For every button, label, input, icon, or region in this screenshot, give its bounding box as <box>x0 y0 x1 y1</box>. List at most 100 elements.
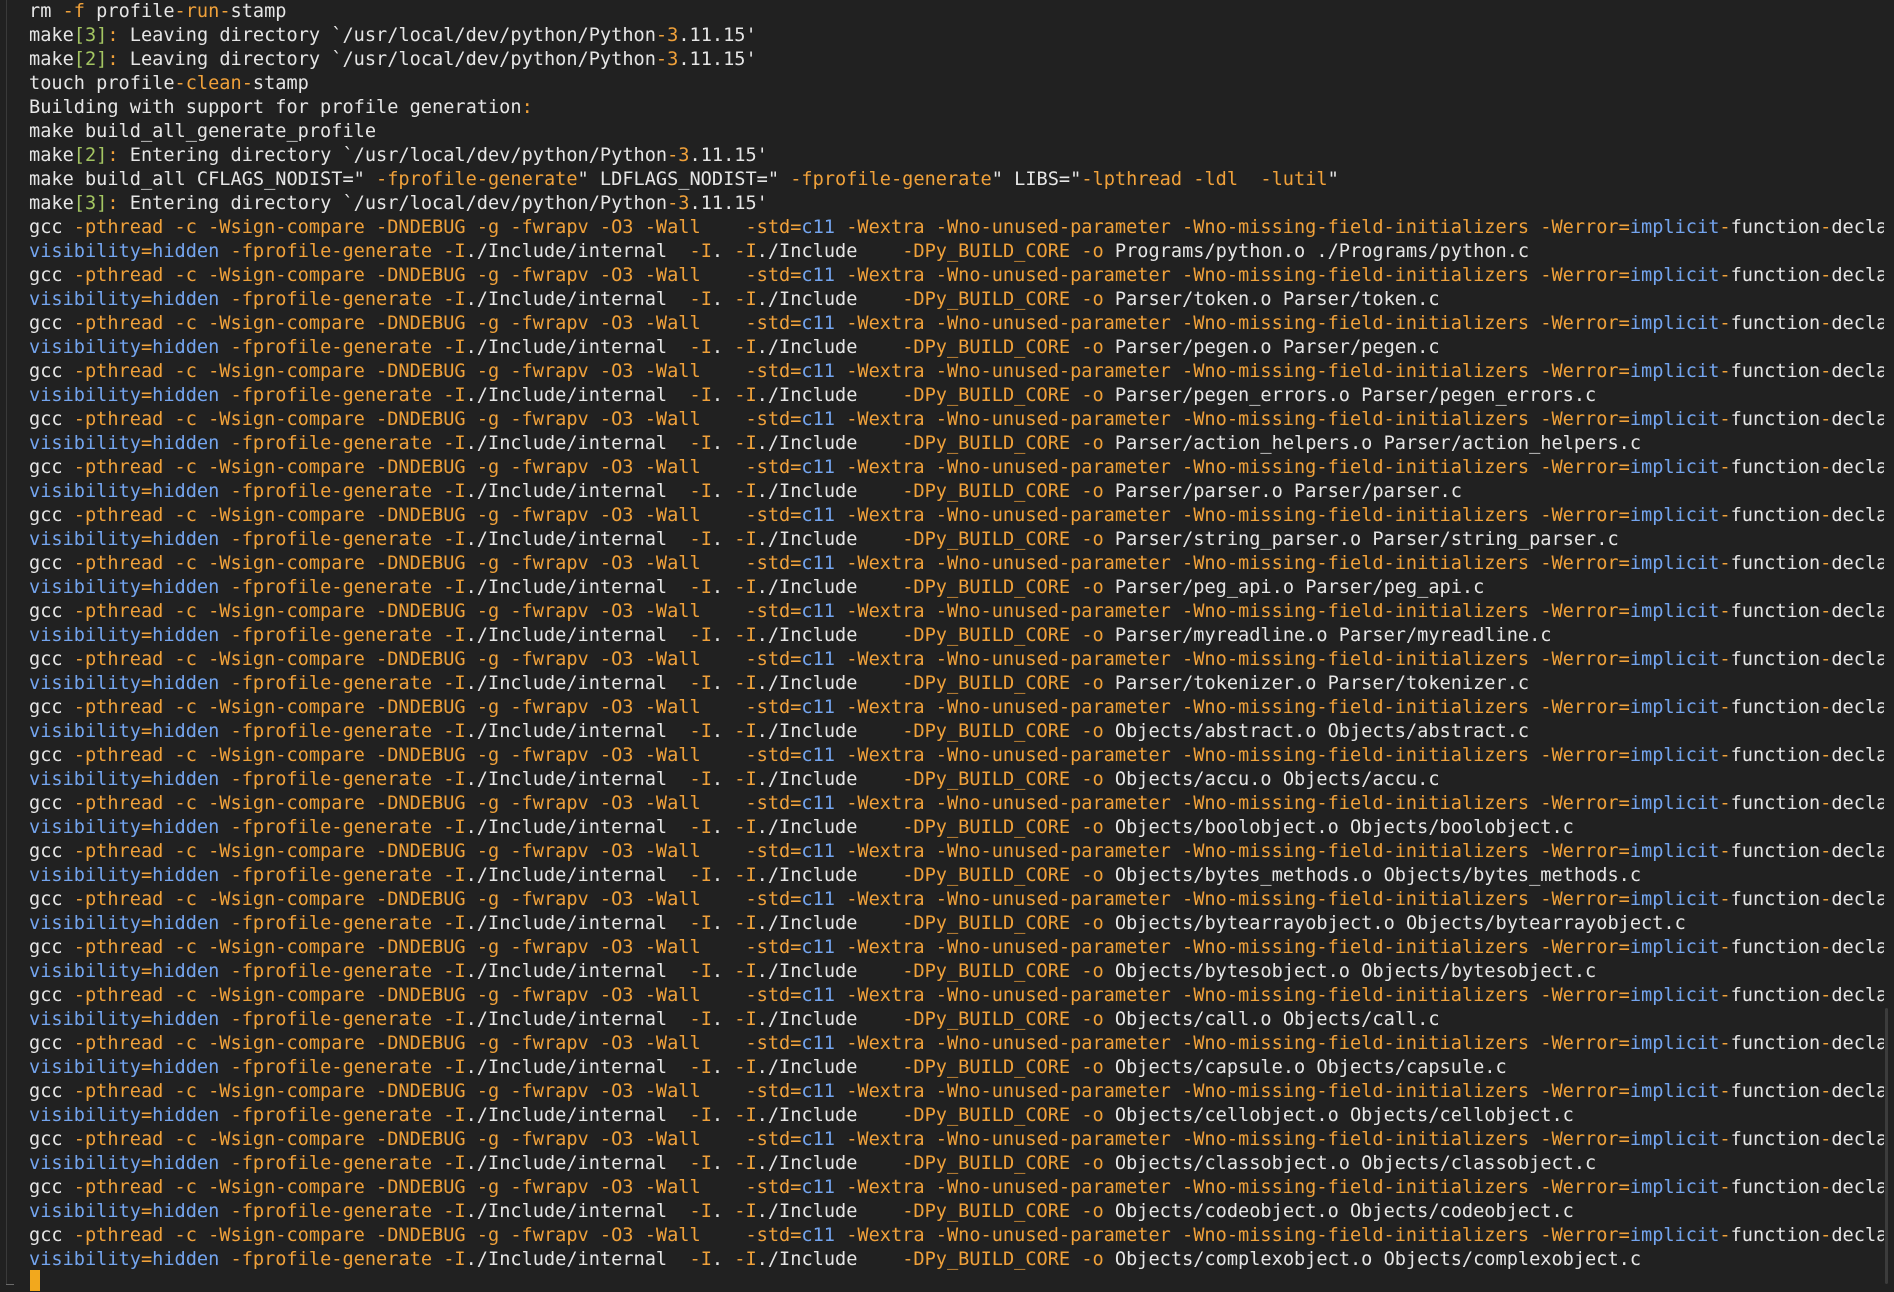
scrollbar[interactable] <box>1885 1008 1888 1284</box>
terminal-token: : <box>107 193 119 214</box>
terminal-token: [2] <box>73 145 108 166</box>
terminal-token: -Wextra -Wno-unused-parameter -Wno-missi… <box>835 937 1630 958</box>
terminal-token: ./Include/internal <box>465 817 690 838</box>
terminal-token: : <box>107 49 119 70</box>
terminal-token: ./Include/internal <box>465 961 690 982</box>
terminal-token: function <box>1730 1129 1821 1150</box>
terminal-token: Objects/boolobject.o Objects/boolobject.… <box>1103 817 1574 838</box>
terminal-token: make build_all_generate_profile <box>29 121 377 142</box>
terminal-token: ./Include/internal <box>465 529 690 550</box>
terminal-token: visibility <box>29 1153 141 1174</box>
terminal-token: - <box>1719 1177 1731 1198</box>
terminal-token: c11 <box>801 265 836 286</box>
terminal-token: - <box>1719 793 1731 814</box>
terminal-token: visibility <box>29 625 141 646</box>
terminal-token: = <box>140 1153 153 1174</box>
terminal-line: make[3]: Entering directory `/usr/local/… <box>29 192 1884 216</box>
terminal-token: function <box>1730 457 1821 478</box>
terminal-token: implicit <box>1629 313 1720 334</box>
terminal-token: -pthread -c -Wsign-compare -DNDEBUG -g -… <box>73 697 802 718</box>
terminal-corner-mark <box>6 1284 14 1285</box>
terminal-token: -fprofile-generate -I <box>219 433 466 454</box>
terminal-token: implicit <box>1629 697 1720 718</box>
terminal-token: declaration <box>1831 409 1884 430</box>
terminal-token: -DPy_BUILD_CORE -o <box>902 1153 1104 1174</box>
terminal-token: -I <box>734 817 757 838</box>
terminal-token: - <box>1719 265 1731 286</box>
terminal-token: -3 <box>655 25 679 46</box>
terminal-token: = <box>140 577 153 598</box>
terminal-token: - <box>1719 937 1731 958</box>
terminal-token: ./Include/internal <box>465 337 690 358</box>
terminal-line: visibility=hidden -fprofile-generate -I.… <box>29 384 1884 408</box>
terminal-token: = <box>140 1009 153 1030</box>
terminal-token: -Wextra -Wno-unused-parameter -Wno-missi… <box>835 553 1630 574</box>
terminal-token: ./Include <box>756 817 903 838</box>
terminal-token: : <box>107 145 119 166</box>
terminal-token: -fprofile-generate <box>779 169 992 190</box>
terminal-token: visibility <box>29 385 141 406</box>
terminal-token: c11 <box>801 937 836 958</box>
terminal-token: - <box>1820 457 1832 478</box>
terminal-token: Entering directory `/usr/local/dev/pytho… <box>118 193 668 214</box>
terminal-token: - <box>1719 553 1731 574</box>
terminal-token: -I <box>689 961 712 982</box>
terminal-token: = <box>140 433 153 454</box>
terminal-token: -fprofile-generate -I <box>219 385 466 406</box>
terminal-token: implicit <box>1629 1033 1720 1054</box>
terminal-token: = <box>140 1057 153 1078</box>
terminal-token: visibility <box>29 241 141 262</box>
terminal-token: c11 <box>801 1177 836 1198</box>
terminal-token: = <box>140 481 153 502</box>
terminal-token: . <box>711 337 735 358</box>
terminal-line: make[3]: Leaving directory `/usr/local/d… <box>29 24 1884 48</box>
terminal-token: -I <box>734 865 757 886</box>
terminal-token: Parser/parser.o Parser/parser.c <box>1103 481 1462 502</box>
terminal-token: gcc <box>29 1177 74 1198</box>
terminal-token: -fprofile-generate -I <box>219 817 466 838</box>
terminal-token: implicit <box>1629 745 1720 766</box>
terminal-token: Leaving directory `/usr/local/dev/python… <box>118 49 656 70</box>
terminal-token: visibility <box>29 865 141 886</box>
terminal-token: -Wextra -Wno-unused-parameter -Wno-missi… <box>835 505 1630 526</box>
terminal-token: ./Include/internal <box>465 385 690 406</box>
terminal-token: -I <box>734 625 757 646</box>
terminal-token: hidden <box>152 865 220 886</box>
terminal-token: .11.15' <box>689 193 768 214</box>
terminal-token: . <box>711 721 735 742</box>
terminal-token: Objects/bytearrayobject.o Objects/bytear… <box>1103 913 1686 934</box>
terminal-token: declaration <box>1831 1033 1884 1054</box>
terminal-token: declaration <box>1831 1129 1884 1150</box>
terminal-token: -I <box>689 625 712 646</box>
terminal-token: implicit <box>1629 265 1720 286</box>
terminal-line: gcc -pthread -c -Wsign-compare -DNDEBUG … <box>29 552 1884 576</box>
terminal-window[interactable]: rm -f profile-run-stamp make[3]: Leaving … <box>0 0 1894 1292</box>
terminal-token: -pthread -c -Wsign-compare -DNDEBUG -g -… <box>73 361 802 382</box>
terminal-token: -I <box>734 529 757 550</box>
terminal-token: c11 <box>801 361 836 382</box>
terminal-token: - <box>1719 985 1731 1006</box>
terminal-token: -Wextra -Wno-unused-parameter -Wno-missi… <box>835 985 1630 1006</box>
terminal-line: visibility=hidden -fprofile-generate -I.… <box>29 480 1884 504</box>
terminal-token: - <box>1820 265 1832 286</box>
terminal-line: gcc -pthread -c -Wsign-compare -DNDEBUG … <box>29 312 1884 336</box>
terminal-token: ./Include <box>756 241 903 262</box>
terminal-token: declaration <box>1831 217 1884 238</box>
terminal-line: gcc -pthread -c -Wsign-compare -DNDEBUG … <box>29 984 1884 1008</box>
terminal-token: = <box>140 1249 153 1270</box>
terminal-token: -fprofile-generate -I <box>219 721 466 742</box>
terminal-line: gcc -pthread -c -Wsign-compare -DNDEBUG … <box>29 600 1884 624</box>
terminal-token: hidden <box>152 433 220 454</box>
terminal-token: implicit <box>1629 649 1720 670</box>
terminal-token: -I <box>734 577 757 598</box>
terminal-token: declaration <box>1831 601 1884 622</box>
terminal-token: = <box>140 961 153 982</box>
terminal-token: -DPy_BUILD_CORE -o <box>902 529 1104 550</box>
terminal-token: declaration <box>1831 361 1884 382</box>
terminal-token: -I <box>689 481 712 502</box>
terminal-token: . <box>711 289 735 310</box>
terminal-line: visibility=hidden -fprofile-generate -I.… <box>29 432 1884 456</box>
terminal-token: profile <box>84 1 175 22</box>
terminal-token: Parser/pegen.o Parser/pegen.c <box>1103 337 1440 358</box>
terminal-token: gcc <box>29 457 74 478</box>
